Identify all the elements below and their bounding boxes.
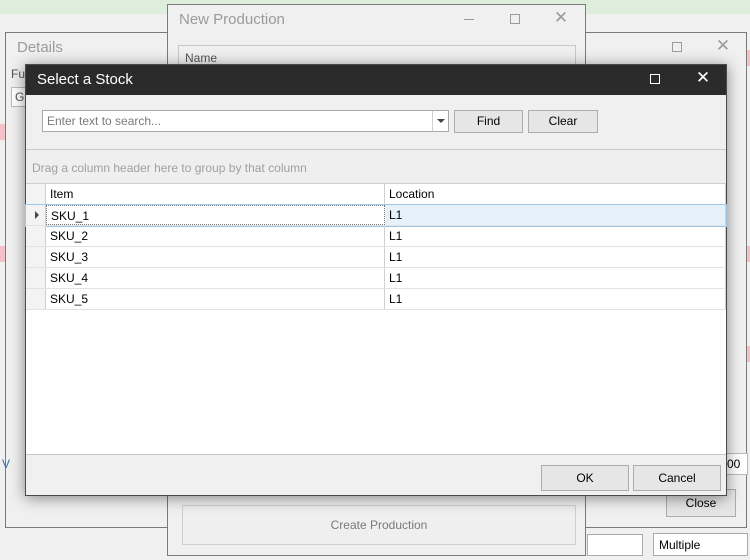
production-title-bar: New Production ✕ [168,5,585,35]
close-icon: ✕ [715,36,731,55]
group-by-hint: Drag a column header here to group by th… [32,161,307,175]
maximize-icon [672,42,682,52]
cell-location[interactable]: L1 [385,247,726,267]
production-title: New Production [179,11,285,28]
details-maximize-button[interactable] [654,33,700,63]
cell-location[interactable]: L1 [385,226,726,246]
create-production-button[interactable]: Create Production [182,505,576,545]
cell-location[interactable]: L1 [385,289,726,309]
close-icon: ✕ [553,8,569,27]
minimize-icon [464,19,474,20]
table-row[interactable]: SKU_2 L1 [26,226,726,247]
production-close-button[interactable]: ✕ [538,5,584,35]
search-dropdown-button[interactable] [432,111,448,131]
dialog-title-bar: Select a Stock ✕ [26,65,726,95]
multiple-field-value: Multiple [659,538,701,552]
row-indicator [26,205,46,225]
dialog-close-button[interactable]: ✕ [680,65,726,95]
row-indicator-icon [35,211,39,219]
cancel-label: Cancel [658,471,696,485]
dialog-title: Select a Stock [37,71,133,88]
cell-location[interactable]: L1 [385,205,726,225]
maximize-icon [650,74,660,84]
dialog-maximize-button[interactable] [632,65,678,95]
stock-grid: Drag a column header here to group by th… [25,149,727,455]
background-field[interactable] [587,534,643,556]
details-side-value: 00 [727,457,741,471]
details-left-fragment-text: V [2,457,11,471]
row-indicator [26,226,46,246]
production-minimize-button[interactable] [446,5,492,35]
cell-location[interactable]: L1 [385,268,726,288]
cell-item[interactable]: SKU_5 [46,289,385,309]
cell-item[interactable]: SKU_3 [46,247,385,267]
search-input[interactable] [43,111,431,131]
select-stock-dialog: Select a Stock ✕ Find Clear Drag a colum… [25,64,727,496]
chevron-down-icon [437,119,445,123]
details-side-field[interactable]: 00 [724,453,748,475]
row-indicator [26,289,46,309]
row-indicator [26,268,46,288]
details-left-fragment: V [2,453,16,475]
column-header-row: Item Location [26,184,726,205]
group-by-panel[interactable]: Drag a column header here to group by th… [26,150,726,184]
find-label: Find [476,114,501,128]
column-header-location[interactable]: Location [385,184,726,205]
production-name-label: Name [185,51,218,65]
clear-button[interactable]: Clear [528,110,598,133]
cancel-button[interactable]: Cancel [633,465,721,491]
production-maximize-button[interactable] [492,5,538,35]
details-field-label: Fu [11,67,26,81]
cell-item[interactable]: SKU_1 [46,205,385,225]
ok-label: OK [576,471,594,485]
row-indicator [26,247,46,267]
table-row[interactable]: SKU_5 L1 [26,289,726,310]
column-header-item[interactable]: Item [46,184,385,205]
multiple-field[interactable]: Multiple [653,533,748,556]
table-row[interactable]: SKU_1 L1 [25,204,727,227]
create-production-label: Create Production [330,518,428,532]
search-combobox[interactable] [42,110,449,132]
details-close-window-button[interactable]: ✕ [700,33,746,63]
details-close-label: Close [685,496,717,510]
close-icon: ✕ [695,68,711,87]
clear-label: Clear [548,114,578,128]
table-row[interactable]: SKU_4 L1 [26,268,726,289]
row-indicator-header [26,184,46,204]
ok-button[interactable]: OK [541,465,629,491]
table-row[interactable]: SKU_3 L1 [26,247,726,268]
cell-item[interactable]: SKU_2 [46,226,385,246]
cell-item[interactable]: SKU_4 [46,268,385,288]
maximize-icon [510,14,520,24]
details-field-value: G [15,90,25,104]
find-button[interactable]: Find [454,110,523,133]
details-title: Details [17,39,63,56]
